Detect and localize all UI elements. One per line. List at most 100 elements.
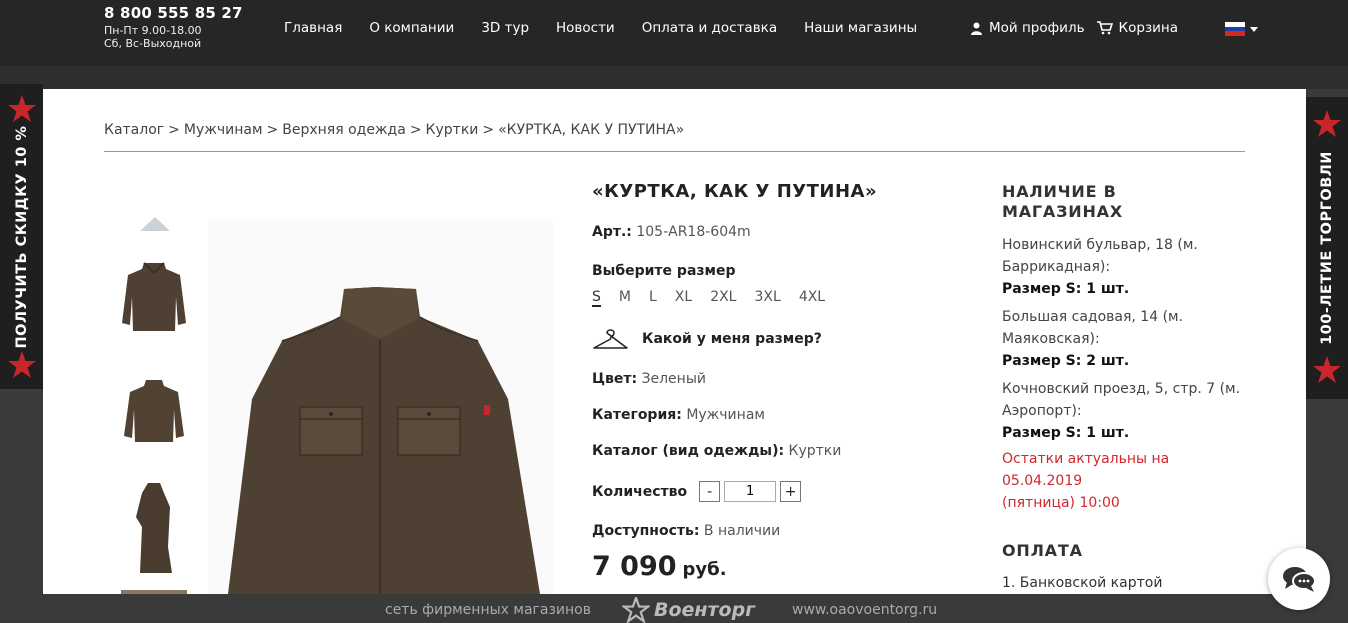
brand-name: Военторг: [654, 599, 756, 621]
stock-note-time: (пятница) 10:00: [1002, 495, 1120, 511]
availability-label: Доступность:: [592, 523, 700, 539]
size-option-3xl[interactable]: 3XL: [755, 289, 781, 307]
availability-value: В наличии: [703, 523, 781, 539]
breadcrumb-divider: [104, 151, 1245, 152]
discount-side-tab[interactable]: ПОЛУЧИТЬ СКИДКУ 10 %: [0, 84, 43, 389]
color-value: Зеленый: [641, 371, 706, 387]
quantity-stepper: Количество - +: [592, 481, 802, 502]
price-value: 7 090: [592, 551, 677, 582]
store-availability: НАЛИЧИЕ В МАГАЗИНАХ Новинский бульвар, 18…: [1002, 182, 1242, 514]
breadcrumb: Каталог > Мужчинам > Верхняя одежда > Куртки > «…: [104, 122, 684, 138]
nav-stores[interactable]: Наши магазины: [804, 20, 917, 36]
breadcrumb-outerwear[interactable]: Верхняя одежда: [282, 122, 406, 138]
sku-label: Арт.:: [592, 224, 632, 240]
thumbnail-angle[interactable]: [118, 374, 190, 446]
product-main-image[interactable]: [208, 219, 553, 594]
site-header: 8 800 555 85 27 Пн-Пт 9.00-18.00 Сб, Вс-…: [0, 0, 1348, 66]
footer-tagline: сеть фирменных магазинов: [385, 602, 591, 618]
sku-row: Арт.: 105-AR18-604m: [592, 224, 751, 240]
chevron-down-icon: [1250, 26, 1258, 32]
category-row: Категория: Мужчинам: [592, 407, 765, 423]
language-selector[interactable]: [1225, 22, 1258, 37]
payment-title: ОПЛАТА: [1002, 541, 1083, 560]
star-icon: [1313, 356, 1341, 383]
stock-note-line1: Остатки актуальны на: [1002, 451, 1170, 467]
main-nav: Главная О компании 3D тур Новости Оплата…: [284, 20, 944, 36]
quantity-label: Количество: [592, 483, 688, 500]
breadcrumb-jackets[interactable]: Куртки: [426, 122, 479, 138]
catalog-label: Каталог (вид одежды):: [592, 443, 785, 459]
size-prompt-label: Выберите размер: [592, 263, 736, 279]
product-price: 7 090 руб.: [592, 551, 727, 582]
voentorg-logo[interactable]: Военторг: [622, 597, 755, 623]
hours-weekdays: Пн-Пт 9.00-18.00: [104, 24, 202, 37]
color-label: Цвет:: [592, 371, 638, 387]
cart-link[interactable]: Корзина: [1096, 20, 1178, 36]
thumbnail-side[interactable]: [118, 477, 190, 577]
cart-icon: [1096, 21, 1113, 35]
size-option-xl[interactable]: XL: [675, 289, 692, 307]
size-option-m[interactable]: M: [619, 289, 631, 307]
nav-3d-tour[interactable]: 3D тур: [481, 20, 529, 36]
nav-home[interactable]: Главная: [284, 20, 342, 36]
thumbnails-up-arrow-icon[interactable]: [140, 217, 170, 231]
catalog-row: Каталог (вид одежды): Куртки: [592, 443, 841, 459]
payment-method-card: 1. Банковской картой: [1002, 575, 1163, 591]
color-row: Цвет: Зеленый: [592, 371, 706, 387]
stock-update-note: Остатки актуальны на 05.04.2019 (пятница…: [1002, 448, 1242, 514]
availability-row: Доступность: В наличии: [592, 523, 780, 539]
store-title-line2: МАГАЗИНАХ: [1002, 202, 1123, 221]
breadcrumb-separator: >: [168, 122, 180, 138]
contacts-block: 8 800 555 85 27 Пн-Пт 9.00-18.00 Сб, Вс-…: [104, 4, 243, 50]
breadcrumb-men[interactable]: Мужчинам: [184, 122, 263, 138]
profile-link[interactable]: Мой профиль: [970, 20, 1085, 36]
discount-tab-label: ПОЛУЧИТЬ СКИДКУ 10 %: [13, 125, 30, 348]
store-address: Новинский бульвар, 18 (м. Баррикадная):: [1002, 237, 1198, 275]
profile-label: Мой профиль: [989, 20, 1085, 36]
anniversary-side-tab[interactable]: 100-ЛЕТИЕ ТОРГОВЛИ: [1306, 97, 1348, 399]
catalog-value: Куртки: [788, 443, 842, 459]
hours-weekend: Сб, Вс-Выходной: [104, 37, 202, 50]
product-page: Каталог > Мужчинам > Верхняя одежда > Куртки > «…: [43, 89, 1306, 594]
star-icon: [7, 95, 36, 122]
nav-news[interactable]: Новости: [556, 20, 615, 36]
stock-note-date: 05.04.2019: [1002, 473, 1083, 489]
thumbnail-front[interactable]: [118, 257, 190, 335]
size-prompt: Выберите размер: [592, 263, 735, 279]
store-availability-title: НАЛИЧИЕ В МАГАЗИНАХ: [1002, 182, 1242, 222]
header-strip: [0, 66, 1348, 89]
nav-about[interactable]: О компании: [369, 20, 454, 36]
russia-flag-icon: [1225, 22, 1245, 37]
breadcrumb-separator: >: [409, 122, 422, 138]
breadcrumb-separator: >: [266, 122, 279, 138]
size-option-s[interactable]: S: [592, 289, 601, 307]
store-stock: Размер S: 2 шт.: [1002, 353, 1130, 369]
user-icon: [971, 22, 982, 35]
size-guide-link[interactable]: Какой у меня размер?: [592, 327, 822, 351]
size-selector: S M L XL 2XL 3XL 4XL: [592, 289, 843, 307]
phone-number[interactable]: 8 800 555 85 27: [104, 4, 243, 22]
store-title-line1: НАЛИЧИЕ В: [1002, 182, 1117, 201]
size-option-4xl[interactable]: 4XL: [799, 289, 825, 307]
quantity-decrease-button[interactable]: -: [699, 481, 721, 502]
quantity-input[interactable]: [724, 481, 777, 502]
sku-value: 105-AR18-604m: [636, 224, 751, 240]
star-logo-icon: [622, 597, 650, 623]
footer-url[interactable]: www.oaovoentorg.ru: [792, 602, 937, 618]
breadcrumb-current: «КУРТКА, КАК У ПУТИНА»: [498, 122, 685, 138]
store-address: Большая садовая, 14 (м. Маяковская):: [1002, 309, 1184, 347]
breadcrumb-catalog[interactable]: Каталог: [104, 122, 164, 138]
nav-payment-delivery[interactable]: Оплата и доставка: [642, 20, 777, 36]
star-icon: [1313, 110, 1341, 137]
size-guide-label: Какой у меня размер?: [642, 331, 822, 347]
user-links: Мой профиль Корзина: [970, 20, 1190, 36]
chat-widget-button[interactable]: [1268, 548, 1330, 610]
category-value: Мужчинам: [686, 407, 765, 423]
product-title: «КУРТКА, КАК У ПУТИНА»: [592, 181, 878, 202]
quantity-increase-button[interactable]: +: [780, 481, 802, 502]
store-stock: Размер S: 1 шт.: [1002, 281, 1130, 297]
size-option-l[interactable]: L: [649, 289, 657, 307]
size-option-2xl[interactable]: 2XL: [710, 289, 736, 307]
star-icon: [7, 351, 36, 378]
site-footer: сеть фирменных магазинов Военторг www.oa…: [0, 594, 1348, 623]
